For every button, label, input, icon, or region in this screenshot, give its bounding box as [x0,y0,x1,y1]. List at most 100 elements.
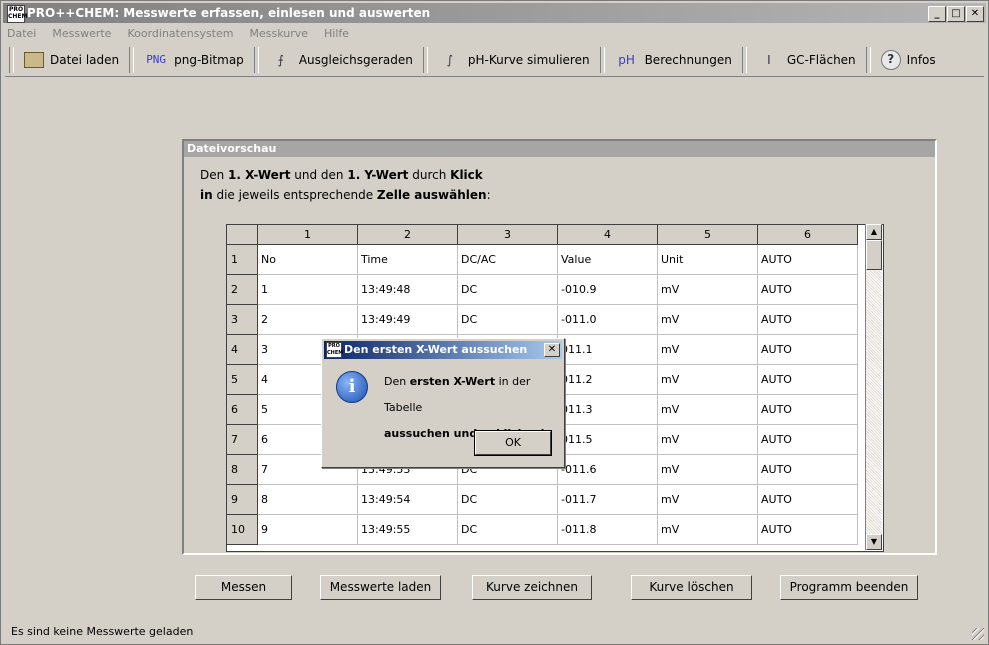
grid-cell[interactable]: mV [657,484,758,515]
vertical-scrollbar[interactable]: ▲ ▼ [865,224,882,550]
ok-button[interactable]: OK [474,430,552,456]
row-header[interactable]: 1 [227,244,258,275]
column-header[interactable]: 5 [657,225,758,245]
grid-cell[interactable]: DC [457,304,558,335]
dialog-title-bar[interactable]: PRO CHEM Den ersten X-Wert aussuchen ✕ [324,341,562,359]
grid-cell[interactable]: 011.5 [557,424,658,455]
grid-cell[interactable]: -011.0 [557,304,658,335]
regression-lines-button[interactable]: ⨍ Ausgleichsgeraden [263,46,419,74]
grid-cell[interactable]: mV [657,514,758,545]
grid-cell[interactable]: No [257,244,358,275]
grid-cell[interactable]: DC [457,484,558,515]
instruction-text: Den 1. X-Wert und den 1. Y-Wert durch Kl… [200,165,491,205]
calculations-button[interactable]: pH Berechnungen [609,46,738,74]
row-header[interactable]: 6 [227,394,258,425]
title-bar[interactable]: PRO CHEM PRO++CHEM: Messwerte erfassen, … [3,3,986,23]
grid-cell[interactable]: mV [657,424,758,455]
column-header[interactable]: 6 [757,225,858,245]
grid-cell[interactable]: -010.9 [557,274,658,305]
grid-cell[interactable]: 011.3 [557,394,658,425]
maximize-button[interactable]: □ [947,6,965,22]
grid-cell[interactable]: AUTO [757,394,858,425]
menu-messkurve[interactable]: Messkurve [247,25,310,43]
ph-curve-button[interactable]: ∫ pH-Kurve simulieren [432,46,596,74]
row-header[interactable]: 9 [227,484,258,515]
grid-cell[interactable]: AUTO [757,364,858,395]
row-header[interactable]: 7 [227,424,258,455]
table-row: 3 2 13:49:49 DC -011.0 mV AUTO [227,304,858,335]
instr-bold: Zelle auswählen [376,188,487,202]
grid-cell[interactable]: -011.7 [557,484,658,515]
column-header[interactable]: 1 [257,225,358,245]
menu-datei[interactable]: Datei [5,25,38,43]
row-header[interactable]: 10 [227,514,258,545]
load-values-button[interactable]: Messwerte laden [320,575,441,600]
grid-cell[interactable]: AUTO [757,274,858,305]
load-file-label: Datei laden [50,53,120,67]
grid-cell[interactable]: mV [657,334,758,365]
minimize-button[interactable]: _ [928,6,946,22]
close-button[interactable]: ✕ [966,6,984,22]
resize-grip[interactable] [972,628,984,640]
png-icon: PNG [146,53,167,66]
grid-cell[interactable]: mV [657,364,758,395]
dialog-title: Den ersten X-Wert aussuchen [344,343,528,356]
load-file-button[interactable]: Datei laden [18,46,125,74]
row-header[interactable]: 5 [227,364,258,395]
grid-cell[interactable]: AUTO [757,334,858,365]
infos-label: Infos [906,53,936,67]
grid-cell[interactable]: -011.8 [557,514,658,545]
grid-cell[interactable]: mV [657,394,758,425]
grid-cell[interactable]: DC [457,514,558,545]
grid-cell[interactable]: AUTO [757,514,858,545]
menu-koordinatensystem[interactable]: Koordinatensystem [125,25,235,43]
integral-icon: I [767,53,771,67]
grid-cell[interactable]: -011.6 [557,454,658,485]
grid-cell[interactable]: mV [657,274,758,305]
column-header[interactable]: 3 [457,225,558,245]
grid-cell[interactable]: Value [557,244,658,275]
ph-curve-label: pH-Kurve simulieren [467,53,590,67]
dialog-close-button[interactable]: ✕ [544,343,560,357]
menu-hilfe[interactable]: Hilfe [322,25,351,43]
scroll-thumb[interactable] [866,240,882,270]
scroll-up-button[interactable]: ▲ [866,224,882,240]
grid-cell[interactable]: Unit [657,244,758,275]
grid-cell[interactable]: AUTO [757,244,858,275]
grid-cell[interactable]: 9 [257,514,358,545]
scroll-down-button[interactable]: ▼ [866,534,882,550]
table-row: 10 9 13:49:55 DC -011.8 mV AUTO [227,514,858,545]
menu-messwerte[interactable]: Messwerte [50,25,113,43]
column-header[interactable]: 4 [557,225,658,245]
row-header[interactable]: 4 [227,334,258,365]
grid-cell[interactable]: 13:49:48 [357,274,458,305]
grid-cell[interactable]: DC/AC [457,244,558,275]
quit-program-button[interactable]: Programm beenden [780,575,918,600]
gc-areas-button[interactable]: I GC-Flächen [751,46,862,74]
grid-cell[interactable]: AUTO [757,304,858,335]
grid-cell[interactable]: DC [457,274,558,305]
grid-cell[interactable]: mV [657,304,758,335]
grid-cell[interactable]: 13:49:49 [357,304,458,335]
grid-cell[interactable]: 2 [257,304,358,335]
grid-cell[interactable]: AUTO [757,424,858,455]
grid-cell[interactable]: 1 [257,274,358,305]
grid-cell[interactable]: 13:49:54 [357,484,458,515]
delete-curve-button[interactable]: Kurve löschen [631,575,752,600]
row-header[interactable]: 2 [227,274,258,305]
row-header[interactable]: 3 [227,304,258,335]
grid-cell[interactable]: 011.1 [557,334,658,365]
grid-cell[interactable]: 8 [257,484,358,515]
infos-button[interactable]: ? Infos [875,46,942,74]
draw-curve-button[interactable]: Kurve zeichnen [472,575,592,600]
grid-cell[interactable]: 011.2 [557,364,658,395]
grid-cell[interactable]: AUTO [757,484,858,515]
measure-button[interactable]: Messen [195,575,292,600]
grid-cell[interactable]: Time [357,244,458,275]
grid-cell[interactable]: 13:49:55 [357,514,458,545]
grid-cell[interactable]: AUTO [757,454,858,485]
png-bitmap-button[interactable]: PNG png-Bitmap [138,46,250,74]
column-header[interactable]: 2 [357,225,458,245]
grid-cell[interactable]: mV [657,454,758,485]
row-header[interactable]: 8 [227,454,258,485]
